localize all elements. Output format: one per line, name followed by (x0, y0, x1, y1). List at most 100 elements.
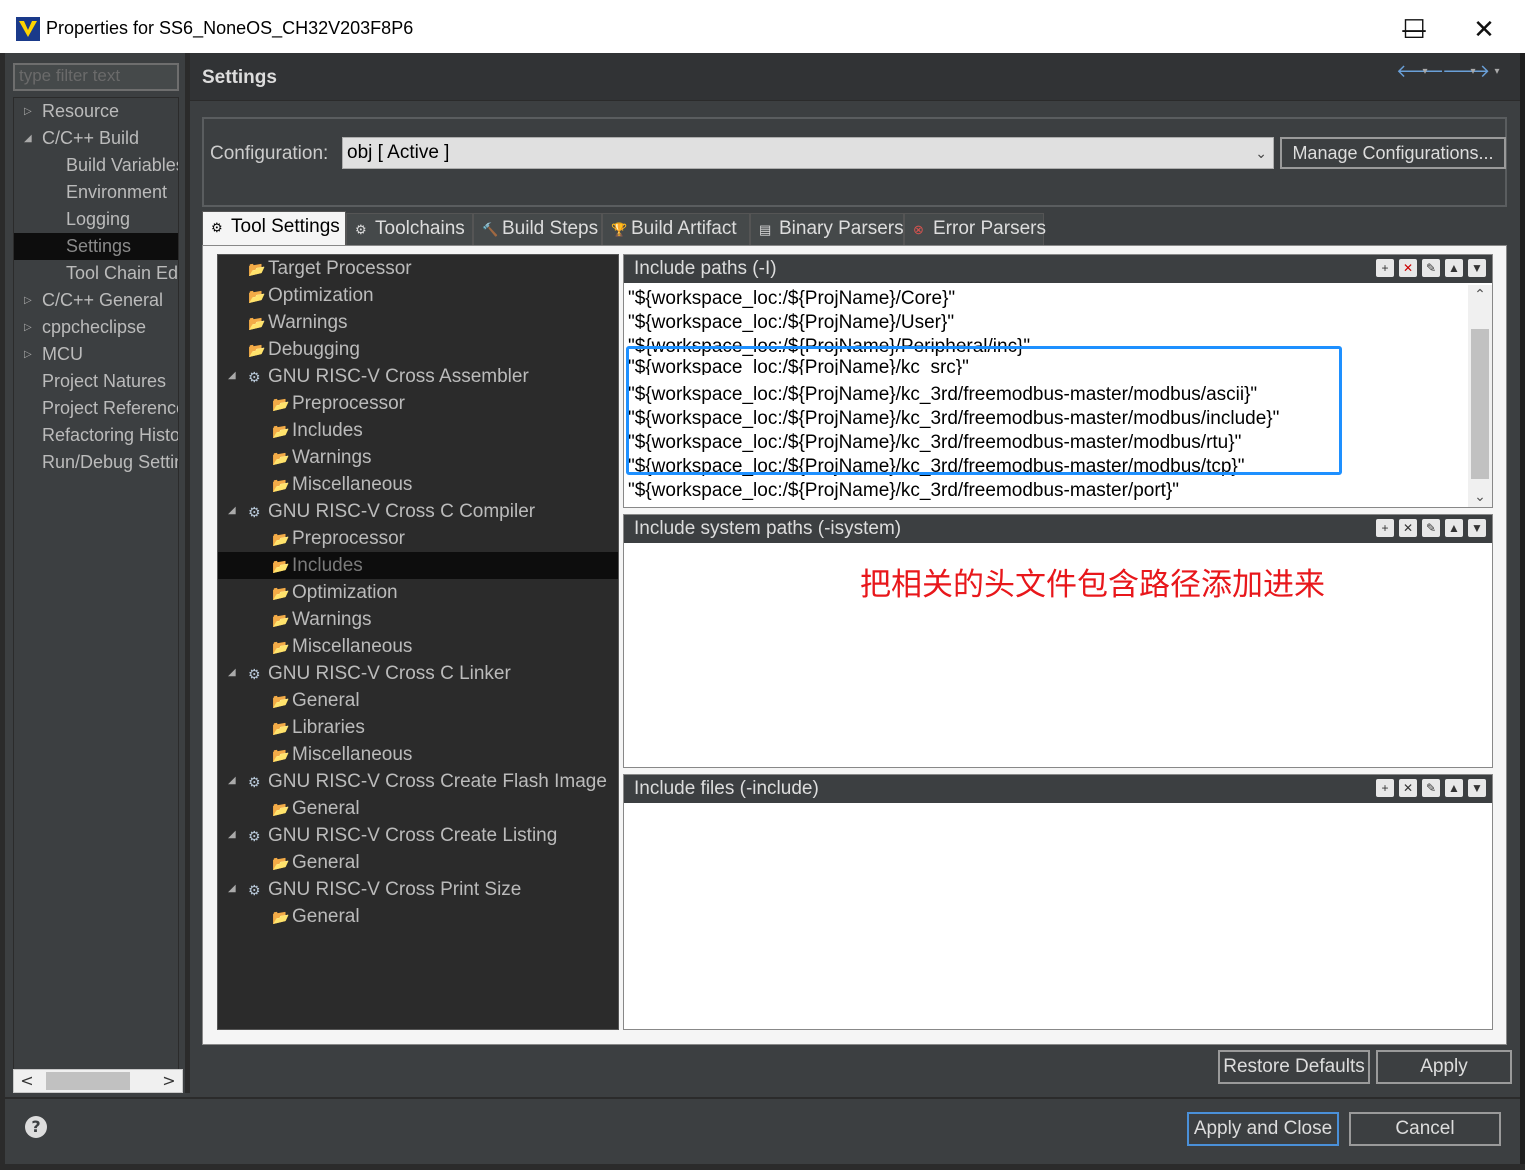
collapse-icon[interactable]: ◢ (228, 505, 236, 516)
expand-icon[interactable]: ▷ (24, 349, 32, 360)
move-down-icon[interactable]: ▼ (1468, 259, 1486, 277)
tree-item-print-size[interactable]: ⚙ GNU RISC-V Cross Print Size (248, 876, 521, 903)
edit-icon[interactable]: ✎ (1422, 779, 1440, 797)
list-item[interactable]: "${workspace_loc:/${ProjName}/kc_3rd/fre… (628, 407, 1279, 431)
scroll-down-icon[interactable]: ⌄ (1468, 487, 1492, 507)
tab-build-artifact[interactable]: 🏆 Build Artifact (602, 213, 750, 245)
list-item[interactable]: "${workspace_loc:/${ProjName}/Peripheral… (628, 335, 1030, 359)
move-up-icon[interactable]: ▲ (1445, 259, 1463, 277)
restore-defaults-button[interactable]: Restore Defaults (1218, 1050, 1370, 1084)
nav-item-tool-chain-editor[interactable]: Tool Chain Editor (66, 260, 178, 287)
tree-item-warnings[interactable]: 📂 Warnings (248, 309, 348, 336)
nav-item-cpp-build[interactable]: C/C++ Build (42, 125, 139, 152)
delete-icon[interactable]: ✕ (1399, 259, 1417, 277)
expand-icon[interactable]: ▷ (24, 106, 32, 117)
nav-item-cppcheclipse[interactable]: cppcheclipse (42, 314, 146, 341)
scroll-left-icon[interactable]: < (14, 1070, 40, 1092)
tree-item-asm-miscellaneous[interactable]: 📂 Miscellaneous (272, 471, 412, 498)
tree-item-cc-includes[interactable]: 📂 Includes (218, 552, 618, 579)
collapse-icon[interactable]: ◢ (228, 667, 236, 678)
expand-icon[interactable]: ▷ (24, 322, 32, 333)
tree-item-asm-warnings[interactable]: 📂 Warnings (272, 444, 372, 471)
delete-icon[interactable]: ✕ (1399, 779, 1417, 797)
tree-item-optimization[interactable]: 📂 Optimization (248, 282, 374, 309)
list-item[interactable]: "${workspace_loc:/${ProjName}/User}" (628, 311, 954, 335)
forward-arrow-icon[interactable]: 🡒 (1442, 61, 1490, 83)
tree-item-asm-includes[interactable]: 📂 Includes (272, 417, 363, 444)
edit-icon[interactable]: ✎ (1422, 519, 1440, 537)
tree-item-debugging[interactable]: 📂 Debugging (248, 336, 360, 363)
tree-item-print-size-general[interactable]: 📂 General (272, 903, 360, 930)
apply-button[interactable]: Apply (1376, 1050, 1512, 1084)
apply-and-close-button[interactable]: Apply and Close (1187, 1112, 1339, 1146)
tree-item-c-compiler[interactable]: ⚙ GNU RISC-V Cross C Compiler (248, 498, 535, 525)
collapse-icon[interactable]: ◢ (228, 829, 236, 840)
tree-item-cc-optimization[interactable]: 📂 Optimization (272, 579, 398, 606)
tree-item-assembler[interactable]: ⚙ GNU RISC-V Cross Assembler (248, 363, 529, 390)
back-arrow-icon[interactable]: 🡐 (1396, 61, 1444, 83)
collapse-icon[interactable]: ◢ (228, 883, 236, 894)
close-button[interactable]: ✕ (1454, 10, 1514, 50)
help-icon[interactable]: ? (25, 1116, 47, 1138)
nav-item-mcu[interactable]: MCU (42, 341, 83, 368)
filter-input[interactable]: type filter text (13, 63, 179, 91)
tree-item-create-listing[interactable]: ⚙ GNU RISC-V Cross Create Listing (248, 822, 557, 849)
tree-item-linker-libraries[interactable]: 📂 Libraries (272, 714, 365, 741)
collapse-icon[interactable]: ◢ (228, 775, 236, 786)
scroll-thumb[interactable] (1471, 329, 1489, 479)
scroll-up-icon[interactable]: ⌃ (1468, 285, 1492, 305)
move-up-icon[interactable]: ▲ (1445, 779, 1463, 797)
list-item[interactable]: "${workspace_loc:/${ProjName}/kc_3rd/fre… (628, 479, 1179, 503)
add-icon[interactable]: + (1376, 779, 1394, 797)
tree-item-c-linker[interactable]: ⚙ GNU RISC-V Cross C Linker (248, 660, 511, 687)
list-item[interactable]: "${workspace_loc:/${ProjName}/kc_3rd/fre… (628, 431, 1241, 455)
list-item[interactable]: "${workspace_loc:/${ProjName}/kc_3rd/fre… (628, 455, 1245, 479)
tree-item-flash-image[interactable]: ⚙ GNU RISC-V Cross Create Flash Image (248, 768, 607, 795)
nav-item-run-debug-settings[interactable]: Run/Debug Settings (42, 449, 178, 476)
nav-item-resource[interactable]: Resource (42, 98, 119, 125)
tree-item-cc-preprocessor[interactable]: 📂 Preprocessor (272, 525, 405, 552)
list-item[interactable]: "${workspace_loc:/${ProjName}/kc_src}" (628, 359, 969, 375)
expand-icon[interactable]: ▷ (24, 295, 32, 306)
tree-item-listing-general[interactable]: 📂 General (272, 849, 360, 876)
scroll-right-icon[interactable]: > (156, 1070, 182, 1092)
nav-item-logging[interactable]: Logging (66, 206, 130, 233)
add-icon[interactable]: + (1376, 259, 1394, 277)
manage-configurations-button[interactable]: Manage Configurations... (1280, 137, 1506, 169)
tab-tool-settings[interactable]: ⚙ Tool Settings (202, 211, 346, 245)
configuration-select[interactable]: obj [ Active ] ⌄ (342, 137, 1274, 169)
include-paths-scrollbar[interactable]: ⌃ ⌄ (1468, 285, 1492, 507)
move-down-icon[interactable]: ▼ (1468, 519, 1486, 537)
move-down-icon[interactable]: ▼ (1468, 779, 1486, 797)
tree-item-asm-preprocessor[interactable]: 📂 Preprocessor (272, 390, 405, 417)
tree-item-cc-warnings[interactable]: 📂 Warnings (272, 606, 372, 633)
tab-build-steps[interactable]: 🔨 Build Steps (473, 213, 602, 245)
view-menu-icon[interactable]: ▾ (1490, 61, 1504, 83)
tree-item-linker-general[interactable]: 📂 General (272, 687, 360, 714)
nav-item-project-natures[interactable]: Project Natures (42, 368, 166, 395)
nav-horizontal-scrollbar[interactable]: < > (13, 1069, 183, 1093)
tree-item-linker-miscellaneous[interactable]: 📂 Miscellaneous (272, 741, 412, 768)
nav-item-build-variables[interactable]: Build Variables (66, 152, 178, 179)
cancel-button[interactable]: Cancel (1349, 1112, 1501, 1146)
add-icon[interactable]: + (1376, 519, 1394, 537)
move-up-icon[interactable]: ▲ (1445, 519, 1463, 537)
tree-item-flash-general[interactable]: 📂 General (272, 795, 360, 822)
delete-icon[interactable]: ✕ (1399, 519, 1417, 537)
tab-toolchains[interactable]: ⚙ Toolchains (346, 213, 473, 245)
scroll-thumb[interactable] (46, 1072, 130, 1090)
list-item[interactable]: "${workspace_loc:/${ProjName}/kc_3rd/fre… (628, 383, 1257, 407)
nav-item-project-references[interactable]: Project References (42, 395, 178, 422)
edit-icon[interactable]: ✎ (1422, 259, 1440, 277)
nav-item-refactoring-history[interactable]: Refactoring History (42, 422, 178, 449)
collapse-icon[interactable]: ◢ (228, 370, 236, 381)
nav-item-environment[interactable]: Environment (66, 179, 167, 206)
collapse-icon[interactable]: ◢ (24, 133, 32, 144)
nav-item-settings[interactable]: Settings (14, 233, 178, 260)
tab-binary-parsers[interactable]: ▤ Binary Parsers (750, 213, 904, 245)
list-item[interactable]: "${workspace_loc:/${ProjName}/Core}" (628, 287, 955, 311)
nav-item-cpp-general[interactable]: C/C++ General (42, 287, 163, 314)
maximize-button[interactable]: ☐ (1384, 10, 1444, 50)
tree-item-cc-miscellaneous[interactable]: 📂 Miscellaneous (272, 633, 412, 660)
back-menu-icon[interactable]: ▾ (1418, 61, 1432, 83)
